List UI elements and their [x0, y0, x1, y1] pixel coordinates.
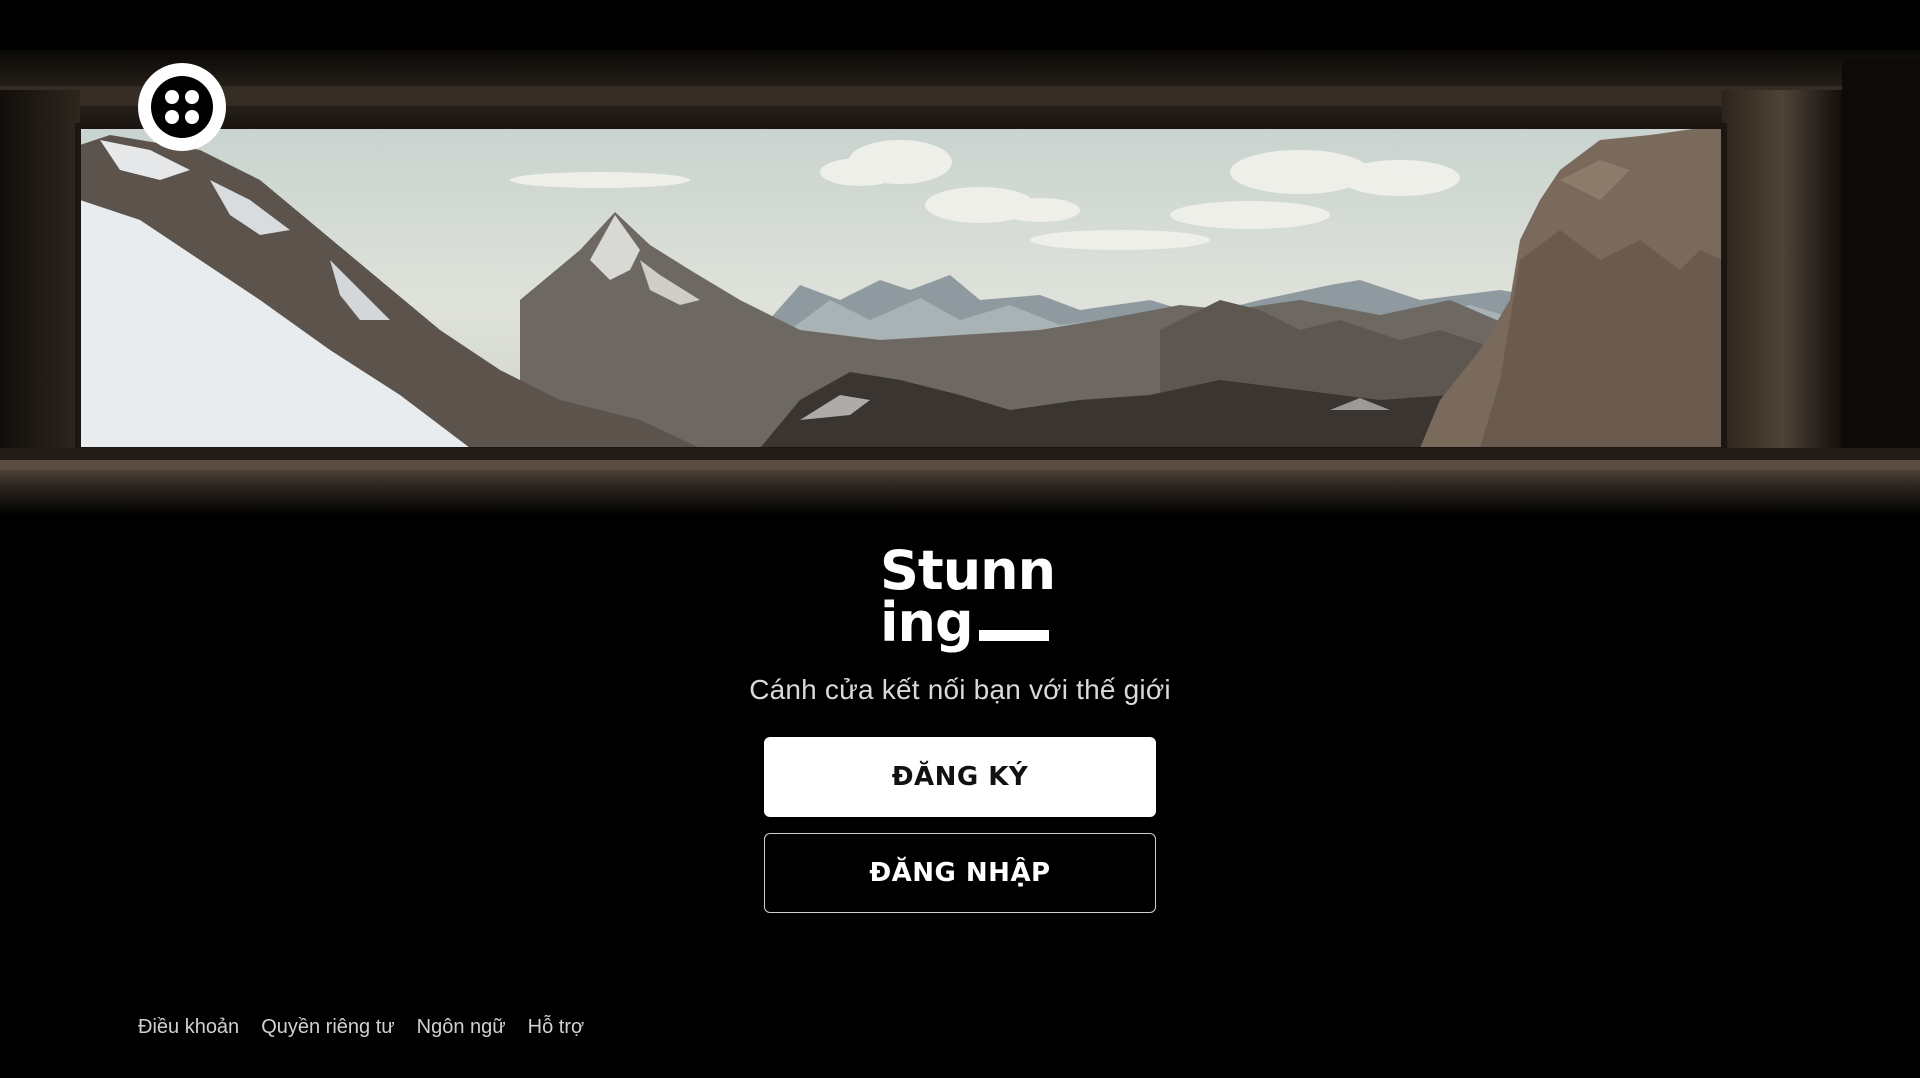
wordmark-line-2-text: ing: [880, 591, 974, 654]
login-button-label: ĐĂNG NHẬP: [869, 858, 1051, 888]
footer-links: Điều khoản Quyền riêng tư Ngôn ngữ Hỗ tr…: [138, 1016, 584, 1039]
wordmark-line-2: ing: [880, 596, 1050, 650]
dots-circle-logo-icon: [138, 63, 226, 151]
wordmark-line-1: Stunn: [880, 539, 1056, 602]
tagline: Cánh cửa kết nối bạn với thế giới: [749, 674, 1171, 705]
logo-dot: [165, 90, 179, 104]
logo-dot: [185, 90, 199, 104]
footer-link-terms[interactable]: Điều khoản: [138, 1016, 239, 1039]
signup-button-label: ĐĂNG KÝ: [891, 762, 1029, 792]
footer-link-language[interactable]: Ngôn ngữ: [417, 1016, 506, 1039]
wordmark-underscore-bar: [978, 630, 1049, 641]
hero-window-image: [0, 0, 1920, 520]
login-button[interactable]: ĐĂNG NHẬP: [764, 833, 1156, 913]
footer-link-support[interactable]: Hỗ trợ: [528, 1016, 584, 1039]
logo-dot: [185, 110, 199, 124]
brand-wordmark: Stunn ing: [880, 539, 1056, 650]
logo-inner: [151, 76, 213, 138]
logo-dot: [165, 110, 179, 124]
footer-link-privacy[interactable]: Quyền riêng tư: [261, 1016, 394, 1039]
signup-button[interactable]: ĐĂNG KÝ: [764, 737, 1156, 817]
